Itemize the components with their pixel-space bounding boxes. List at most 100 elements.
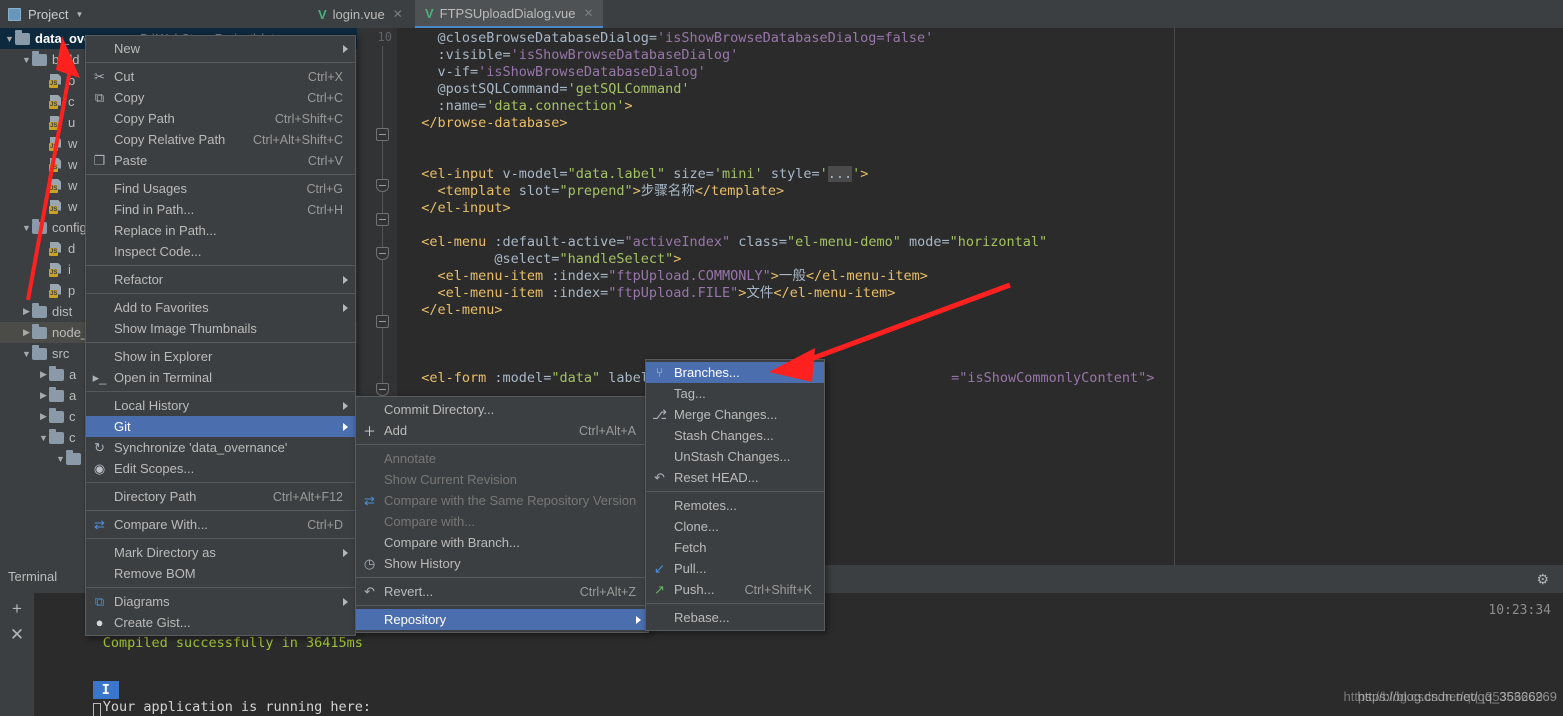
chevron-down-icon[interactable]: ▼ (75, 10, 83, 19)
menu-item-pull[interactable]: ↙ Pull... (646, 558, 824, 579)
menu-item-paste[interactable]: ❐ Paste Ctrl+V (86, 150, 355, 171)
menu-item-inspect-code[interactable]: Inspect Code... (86, 241, 355, 262)
menu-item-remove-bom[interactable]: Remove BOM (86, 563, 355, 584)
fold-marker[interactable] (376, 213, 389, 226)
menu-item-mark-directory-as[interactable]: Mark Directory as (86, 542, 355, 563)
menu-item-copy[interactable]: ⧉ Copy Ctrl+C (86, 87, 355, 108)
fold-marker[interactable] (376, 179, 389, 192)
menu-item-add-to-favorites[interactable]: Add to Favorites (86, 297, 355, 318)
context-menu-directory[interactable]: New ✂ Cut Ctrl+X ⧉ Copy Ctrl+C Copy Path Ctrl+Sh… (85, 35, 356, 636)
menu-item-diagrams[interactable]: ⧉ Diagrams (86, 591, 355, 612)
menu-item-clone[interactable]: Clone... (646, 516, 824, 537)
close-terminal-button[interactable]: ✕ (0, 625, 34, 645)
menu-item-shortcut: Ctrl+V (307, 153, 343, 168)
menu-item-push[interactable]: ↗ Push... Ctrl+Shift+K (646, 579, 824, 600)
menu-item-local-history[interactable]: Local History (86, 395, 355, 416)
chevron-down-icon[interactable]: ▼ (55, 454, 66, 464)
chevron-right-icon[interactable]: ▶ (38, 390, 49, 401)
menu-item-edit-scopes[interactable]: ◉ Edit Scopes... (86, 458, 355, 479)
fold-marker[interactable] (376, 247, 389, 260)
chevron-down-icon[interactable]: ▼ (21, 55, 32, 65)
fold-marker[interactable] (376, 383, 389, 396)
terminal-tab[interactable]: Terminal (8, 569, 57, 584)
menu-item-cut[interactable]: ✂ Cut Ctrl+X (86, 66, 355, 87)
chevron-right-icon (343, 548, 348, 557)
chevron-down-icon[interactable]: ▼ (4, 34, 15, 44)
new-terminal-button[interactable]: + (0, 599, 34, 619)
menu-item-directory-path[interactable]: Directory Path Ctrl+Alt+F12 (86, 486, 355, 507)
menu-item-label: Show Image Thumbnails (114, 321, 257, 336)
menu-item-shortcut: Ctrl+Alt+A (579, 423, 636, 438)
tab-ftpsuploaddialog-vue[interactable]: V FTPSUploadDialog.vue ✕ (415, 0, 603, 28)
tree-node-label: build (52, 52, 80, 67)
chevron-right-icon[interactable]: ▶ (38, 411, 49, 422)
tree-node-label: u (68, 115, 76, 130)
close-icon[interactable]: ✕ (393, 7, 403, 21)
menu-item-repository[interactable]: Repository (356, 609, 648, 630)
menu-item-tag[interactable]: Tag... (646, 383, 824, 404)
chevron-right-icon (636, 615, 641, 624)
menu-item-git[interactable]: Git (86, 416, 355, 437)
menu-item-branches[interactable]: ⑂ Branches... (646, 362, 824, 383)
terminal-running-message: Your application is running here: (102, 699, 371, 715)
menu-item-unstash-changes[interactable]: UnStash Changes... (646, 446, 824, 467)
menu-item-show-image-thumbnails[interactable]: Show Image Thumbnails (86, 318, 355, 339)
menu-item-fetch[interactable]: Fetch (646, 537, 824, 558)
chevron-right-icon[interactable]: ▶ (38, 369, 49, 380)
code-line: </el-menu> (421, 302, 503, 318)
fold-marker[interactable] (376, 128, 389, 141)
fold-marker[interactable] (376, 315, 389, 328)
menu-item-rebase[interactable]: Rebase... (646, 607, 824, 628)
menu-item-copy-path[interactable]: Copy Path Ctrl+Shift+C (86, 108, 355, 129)
menu-item-add[interactable]: ＋ Add Ctrl+Alt+A (356, 420, 648, 441)
menu-item-remotes[interactable]: Remotes... (646, 495, 824, 516)
tab-login-vue[interactable]: V login.vue ✕ (308, 0, 412, 28)
scope-icon: ◉ (93, 460, 106, 476)
menu-item-find-in-path[interactable]: Find in Path... Ctrl+H (86, 199, 355, 220)
gear-icon[interactable]: ⚙ (1536, 571, 1549, 588)
menu-item-create-gist[interactable]: ● Create Gist... (86, 612, 355, 633)
code-line: <el-input v-model="data.label" size='min… (421, 166, 869, 182)
menu-item-label: Show in Explorer (114, 349, 213, 364)
menu-item-show-current-revision: Show Current Revision (356, 469, 648, 490)
menu-item-find-usages[interactable]: Find Usages Ctrl+G (86, 178, 355, 199)
menu-item-show-history[interactable]: ◷ Show History (356, 553, 648, 574)
right-margin-guide (1174, 28, 1175, 565)
close-icon[interactable]: ✕ (584, 6, 594, 20)
menu-item-compare-with[interactable]: ⇄ Compare With... Ctrl+D (86, 514, 355, 535)
menu-item-replace-in-path[interactable]: Replace in Path... (86, 220, 355, 241)
menu-item-stash-changes[interactable]: Stash Changes... (646, 425, 824, 446)
js-file-icon: JS (49, 178, 63, 193)
chevron-down-icon[interactable]: ▼ (21, 223, 32, 233)
menu-separator (86, 482, 355, 483)
chevron-right-icon[interactable]: ▶ (21, 306, 32, 317)
chevron-down-icon[interactable]: ▼ (21, 349, 32, 359)
menu-item-reset-head[interactable]: ↶ Reset HEAD... (646, 467, 824, 488)
chevron-right-icon[interactable]: ▶ (21, 327, 32, 338)
menu-item-label: Replace in Path... (114, 223, 217, 238)
menu-item-annotate: Annotate (356, 448, 648, 469)
caret-block (92, 703, 101, 716)
menu-item-shortcut: Ctrl+X (307, 69, 343, 84)
menu-item-copy-relative-path[interactable]: Copy Relative Path Ctrl+Alt+Shift+C (86, 129, 355, 150)
menu-item-compare-with: Compare with... (356, 511, 648, 532)
menu-item-label: Paste (114, 153, 148, 168)
folder-icon (49, 365, 64, 381)
menu-item-show-in-explorer[interactable]: Show in Explorer (86, 346, 355, 367)
menu-item-open-in-terminal[interactable]: ▸_ Open in Terminal (86, 367, 355, 388)
menu-item-new[interactable]: New (86, 38, 355, 59)
menu-item-revert[interactable]: ↶ Revert... Ctrl+Alt+Z (356, 581, 648, 602)
menu-item-synchronize-data-overnance[interactable]: ↻ Synchronize 'data_overnance' (86, 437, 355, 458)
tree-node-label: src (52, 346, 70, 361)
menu-item-merge-changes[interactable]: ⎇ Merge Changes... (646, 404, 824, 425)
context-submenu-repository[interactable]: ⑂ Branches... Tag... ⎇ Merge Changes... Stash… (645, 359, 825, 631)
menu-item-commit-directory[interactable]: Commit Directory... (356, 399, 648, 420)
chevron-down-icon[interactable]: ▼ (38, 433, 49, 443)
menu-item-refactor[interactable]: Refactor (86, 269, 355, 290)
menu-separator (86, 342, 355, 343)
reset-icon: ↶ (654, 469, 665, 485)
menu-item-compare-with-branch[interactable]: Compare with Branch... (356, 532, 648, 553)
menu-item-label: Branches... (674, 365, 740, 380)
context-submenu-git[interactable]: Commit Directory... ＋ Add Ctrl+Alt+A Annotat… (355, 396, 649, 633)
